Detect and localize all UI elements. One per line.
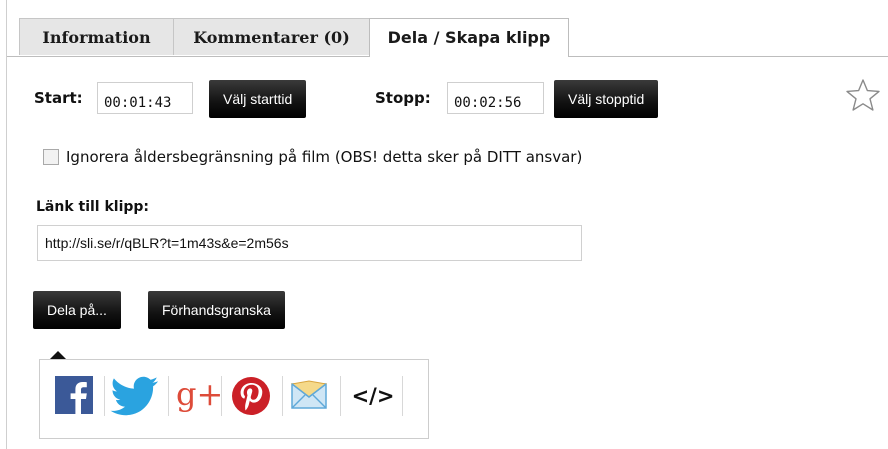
- pinterest-icon[interactable]: [231, 376, 271, 416]
- clip-link-label: Länk till klipp:: [36, 199, 150, 215]
- icon-separator: [282, 376, 283, 416]
- google-plus-icon[interactable]: g+: [176, 374, 223, 414]
- twitter-icon[interactable]: [110, 376, 160, 416]
- icon-separator: [340, 376, 341, 416]
- tab-share-create-clip[interactable]: Dela / Skapa klipp: [369, 18, 569, 57]
- embed-code-icon[interactable]: </>: [351, 376, 395, 416]
- share-on-button[interactable]: Dela på...: [33, 291, 121, 329]
- tab-comments[interactable]: Kommentarer (0): [173, 18, 370, 55]
- clip-link-input[interactable]: [37, 225, 582, 261]
- icon-separator: [104, 376, 105, 416]
- stop-time-field[interactable]: 00:02:56: [447, 82, 544, 114]
- share-popover-caret: [50, 351, 66, 359]
- preview-button[interactable]: Förhandsgranska: [148, 291, 285, 329]
- icon-separator: [168, 376, 169, 416]
- start-time-field[interactable]: 00:01:43: [97, 82, 193, 114]
- clip-panel: Information Kommentarer (0) Dela / Skapa…: [6, 0, 888, 449]
- choose-stop-time-button[interactable]: Välj stopptid: [554, 80, 659, 118]
- favorite-star-icon[interactable]: [845, 78, 881, 112]
- ignore-age-restriction-checkbox[interactable]: [43, 149, 59, 165]
- ignore-age-restriction-label: Ignorera åldersbegränsning på film (OBS!…: [66, 148, 583, 166]
- email-icon[interactable]: [291, 380, 327, 410]
- start-label: Start:: [34, 89, 83, 107]
- icon-separator: [221, 376, 222, 416]
- stop-label: Stopp:: [375, 89, 431, 107]
- icon-separator: [402, 376, 403, 416]
- facebook-icon[interactable]: [55, 376, 93, 414]
- tab-information[interactable]: Information: [19, 18, 174, 55]
- choose-start-time-button[interactable]: Välj starttid: [209, 80, 307, 118]
- tab-bar: Information Kommentarer (0) Dela / Skapa…: [7, 18, 888, 57]
